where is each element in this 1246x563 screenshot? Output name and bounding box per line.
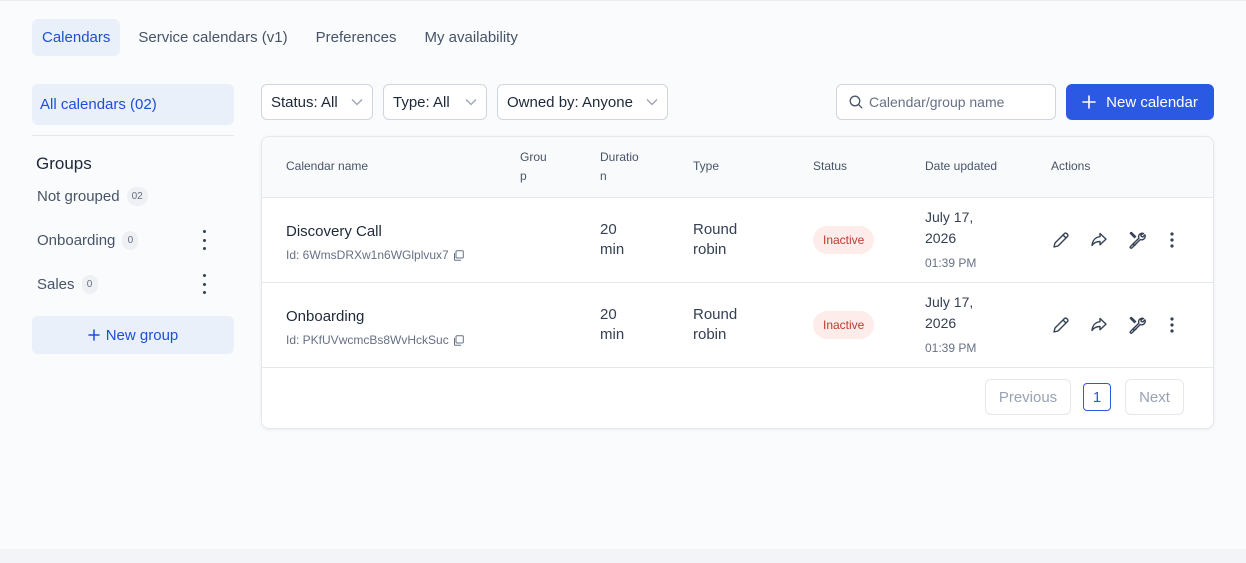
sidebar-divider <box>32 135 234 136</box>
share-icon[interactable] <box>1088 229 1110 251</box>
header-group-line-1: Grou <box>520 150 547 164</box>
plus-icon <box>1082 95 1096 109</box>
next-button[interactable]: Next <box>1125 379 1184 415</box>
tab-my-availability[interactable]: My availability <box>414 19 527 56</box>
date-updated-cell: July 17, 2026 01:39 PM <box>925 292 976 358</box>
header-status[interactable]: Status <box>813 157 847 176</box>
duration-value: 20 <box>600 221 617 238</box>
duration-unit: min <box>600 241 625 258</box>
calendars-table: Calendar name Grou p Duratio n Type Stat… <box>261 136 1214 429</box>
group-label: Sales <box>37 275 75 293</box>
date-line-2: 2026 <box>925 315 957 331</box>
more-vertical-icon[interactable] <box>200 230 208 250</box>
new-calendar-button[interactable]: New calendar <box>1066 84 1214 120</box>
group-item-onboarding[interactable]: Onboarding 0 <box>32 218 234 262</box>
header-type[interactable]: Type <box>693 157 719 176</box>
page-number-1[interactable]: 1 <box>1083 383 1111 411</box>
top-tabs: Calendars Service calendars (v1) Prefere… <box>32 19 528 56</box>
owned-by-filter-label: Owned by: Anyone <box>507 93 633 111</box>
duration-cell: 20 min <box>600 220 624 260</box>
type-cell: Round robin <box>693 305 737 345</box>
tools-icon[interactable] <box>1126 229 1148 251</box>
copy-icon[interactable] <box>453 249 464 261</box>
share-icon[interactable] <box>1088 314 1110 336</box>
previous-button[interactable]: Previous <box>985 379 1071 415</box>
tab-calendars[interactable]: Calendars <box>32 19 121 56</box>
status-badge: Inactive <box>813 311 875 339</box>
status-filter-label: Status: All <box>271 93 338 111</box>
all-calendars-item[interactable]: All calendars (02) <box>32 84 234 125</box>
header-duration[interactable]: Duratio n <box>600 148 639 186</box>
duration-value: 20 <box>600 306 617 323</box>
calendar-name-cell: Discovery Call Id: 6WmsDRXw1n6WGlplvux7 <box>286 222 464 265</box>
edit-icon[interactable] <box>1050 314 1072 336</box>
tab-service-calendars[interactable]: Service calendars (v1) <box>128 19 297 56</box>
status-filter[interactable]: Status: All <box>261 84 373 120</box>
group-count-badge: 02 <box>126 186 148 206</box>
owned-by-filter[interactable]: Owned by: Anyone <box>497 84 668 120</box>
type-filter[interactable]: Type: All <box>383 84 487 120</box>
calendar-id-text: Id: PKfUVwcmcBs8WvHckSuc <box>286 333 449 347</box>
date-line-1: July 17, <box>925 209 974 225</box>
new-group-label: New group <box>105 326 179 344</box>
duration-unit: min <box>600 326 625 343</box>
search-box <box>836 84 1056 120</box>
edit-icon[interactable] <box>1050 229 1072 251</box>
duration-cell: 20 min <box>600 305 624 345</box>
group-label: Not grouped <box>37 187 120 205</box>
groups-title: Groups <box>36 154 92 173</box>
copy-icon[interactable] <box>453 334 464 346</box>
more-vertical-icon[interactable] <box>1161 229 1183 251</box>
time-line: 01:39 PM <box>925 256 977 270</box>
type-line-1: Round <box>693 221 738 238</box>
tab-preferences[interactable]: Preferences <box>306 19 407 56</box>
type-line-2: robin <box>693 326 727 343</box>
header-duration-line-2: n <box>600 169 607 183</box>
more-vertical-icon[interactable] <box>1161 314 1183 336</box>
calendar-id-text: Id: 6WmsDRXw1n6WGlplvux7 <box>286 248 449 262</box>
new-calendar-label: New calendar <box>1106 93 1198 111</box>
calendar-name[interactable]: Discovery Call <box>286 222 464 242</box>
table-header: Calendar name Grou p Duratio n Type Stat… <box>262 137 1213 198</box>
header-duration-line-1: Duratio <box>600 150 639 164</box>
status-badge: Inactive <box>813 226 875 254</box>
group-label: Onboarding <box>37 231 116 249</box>
date-updated-cell: July 17, 2026 01:39 PM <box>925 207 976 273</box>
plus-icon <box>87 329 100 341</box>
sidebar: All calendars (02) Groups Not grouped 02… <box>32 84 234 354</box>
calendar-id: Id: PKfUVwcmcBs8WvHckSuc <box>286 330 464 350</box>
more-vertical-icon[interactable] <box>200 274 208 294</box>
date-line-2: 2026 <box>925 230 957 246</box>
chevron-down-icon <box>465 99 477 106</box>
top-border <box>0 0 1246 1</box>
group-item-sales[interactable]: Sales 0 <box>32 262 234 306</box>
header-actions: Actions <box>1051 159 1091 173</box>
time-line: 01:39 PM <box>925 341 977 355</box>
table-row[interactable]: Discovery Call Id: 6WmsDRXw1n6WGlplvux7 … <box>262 198 1213 283</box>
type-filter-label: Type: All <box>393 93 450 111</box>
search-input[interactable] <box>869 94 1049 110</box>
chevron-down-icon <box>351 99 363 106</box>
header-group[interactable]: Grou p <box>520 148 547 186</box>
type-cell: Round robin <box>693 220 737 260</box>
bottom-strip <box>0 549 1246 563</box>
header-group-line-2: p <box>520 169 527 183</box>
search-icon <box>849 95 863 109</box>
new-group-button[interactable]: New group <box>32 316 234 354</box>
header-date-updated[interactable]: Date updated <box>925 157 997 176</box>
type-line-2: robin <box>693 241 727 258</box>
calendar-name[interactable]: Onboarding <box>286 307 464 327</box>
tools-icon[interactable] <box>1126 314 1148 336</box>
header-calendar-name[interactable]: Calendar name <box>286 157 368 176</box>
table-row[interactable]: Onboarding Id: PKfUVwcmcBs8WvHckSuc 20 m… <box>262 283 1213 368</box>
group-count-badge: 0 <box>81 274 98 294</box>
calendar-id: Id: 6WmsDRXw1n6WGlplvux7 <box>286 245 464 265</box>
group-count-badge: 0 <box>122 230 139 250</box>
group-item-not-grouped[interactable]: Not grouped 02 <box>32 174 234 218</box>
calendar-name-cell: Onboarding Id: PKfUVwcmcBs8WvHckSuc <box>286 307 464 350</box>
chevron-down-icon <box>646 99 658 106</box>
date-line-1: July 17, <box>925 294 974 310</box>
type-line-1: Round <box>693 306 738 323</box>
